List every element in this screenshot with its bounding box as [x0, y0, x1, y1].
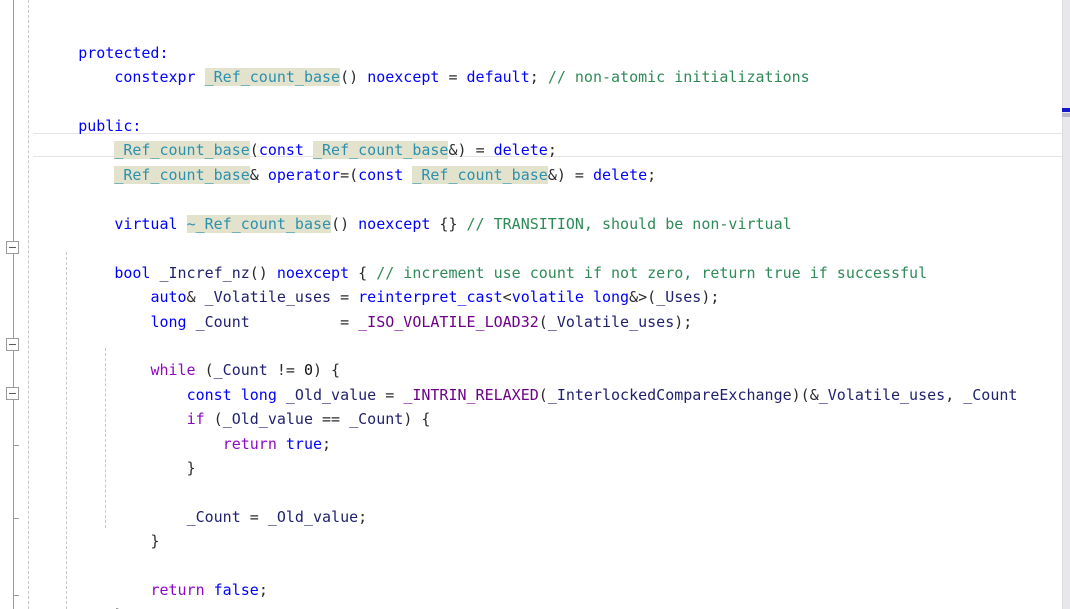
token-keyword-return: return: [222, 434, 286, 453]
code-line[interactable]: _Ref_count_base(const _Ref_count_base&) …: [24, 113, 557, 159]
token-literal-true: true: [285, 434, 323, 453]
code-line[interactable]: public:: [24, 89, 141, 135]
token-brace-close: }: [114, 606, 123, 609]
token-keyword-constexpr: constexpr: [114, 67, 205, 86]
token-paren-close-semi: );: [674, 312, 693, 331]
token-parens: (): [331, 214, 359, 233]
token-semicolon: ;: [647, 165, 657, 184]
token-variable-count: _Count: [349, 409, 404, 428]
token-amp: &: [249, 165, 268, 184]
code-line[interactable]: }: [24, 431, 196, 477]
code-line[interactable]: protected:: [24, 16, 168, 62]
token-type-ref-count-base: _Ref_count_base: [114, 165, 250, 184]
token-paren-close-semi: );: [701, 287, 720, 306]
token-semicolon: ;: [529, 67, 548, 86]
token-braces: {}: [430, 214, 467, 233]
code-line[interactable]: const long _Old_value = _INTRIN_RELAXED(…: [24, 358, 1018, 404]
token-keyword-delete: delete: [592, 165, 648, 184]
code-line[interactable]: if (_Old_value == _Count) {: [24, 382, 431, 428]
code-line[interactable]: while (_Count != 0) {: [24, 333, 340, 379]
token-argument-volatile-uses: _Volatile_uses: [818, 385, 946, 404]
code-line[interactable]: return false;: [24, 553, 267, 599]
token-comment: // TRANSITION, should be non-virtual: [466, 214, 792, 233]
token-equals: =: [574, 165, 593, 184]
token-keyword-default: default: [466, 67, 530, 86]
token-parens: (): [340, 67, 368, 86]
token-variable-count: _Count: [186, 507, 241, 526]
token-paren-open: (: [538, 385, 548, 404]
token-equals: =: [240, 507, 268, 526]
token-keyword-operator: operator: [267, 165, 341, 184]
token-keyword-long: long: [150, 312, 196, 331]
token-semicolon: ;: [322, 434, 332, 453]
code-editor[interactable]: protected: constexpr _Ref_count_base() n…: [0, 0, 1070, 609]
token-type-ref-count-base: _Ref_count_base: [204, 67, 341, 86]
token-assign-op: =: [340, 165, 350, 184]
code-line-current[interactable]: _Ref_count_base& operator=(const _Ref_co…: [24, 138, 656, 184]
token-keyword-noexcept: noexcept: [367, 67, 440, 86]
code-line[interactable]: }: [24, 504, 159, 550]
token-comma: ,: [945, 385, 964, 404]
token-keyword-return: return: [150, 580, 214, 599]
token-variable-old-value: _Old_value: [267, 507, 359, 526]
code-line[interactable]: }: [24, 578, 123, 609]
token-alignment-pad: [250, 313, 340, 331]
code-line[interactable]: virtual ~_Ref_count_base() noexcept {} /…: [24, 187, 792, 233]
token-argument: _Volatile_uses: [547, 312, 675, 331]
token-paren-close-brace: ) {: [403, 409, 431, 428]
token-amp-close: &): [547, 165, 575, 184]
token-comment: // non-atomic initializations: [547, 67, 810, 86]
token-function-interlocked-compare-exchange: _InterlockedCompareExchange: [547, 385, 792, 404]
token-keyword-const: const: [358, 165, 413, 184]
token-keyword-noexcept: noexcept: [358, 214, 431, 233]
token-equals: =: [340, 312, 359, 331]
code-line[interactable]: return true;: [24, 407, 331, 453]
code-line[interactable]: long _Count = _ISO_VOLATILE_LOAD32(_Vola…: [24, 285, 692, 331]
token-semicolon: ;: [358, 507, 368, 526]
token-equals: =: [439, 67, 467, 86]
token-type-ref-count-base-part1: _Ref: [412, 165, 449, 184]
token-semicolon: ;: [258, 580, 268, 599]
code-line[interactable]: auto& _Volatile_uses = reinterpret_cast<…: [24, 260, 719, 306]
token-argument-count: _Count: [963, 385, 1018, 404]
token-paren-open: (: [349, 165, 359, 184]
token-variable-count: _Count: [195, 312, 250, 331]
code-line[interactable]: bool _Incref_nz() noexcept { // incremen…: [24, 236, 927, 282]
code-line[interactable]: _Count = _Old_value;: [24, 480, 368, 526]
token-destructor-name: ~_Ref_count_base: [186, 214, 332, 233]
token-paren-open: (: [538, 312, 548, 331]
token-literal-false: false: [213, 580, 259, 599]
token-brace-close: }: [186, 458, 196, 477]
token-brace-close: }: [150, 531, 160, 550]
token-paren-amp: )(&: [791, 385, 819, 404]
code-line[interactable]: constexpr _Ref_count_base() noexcept = d…: [24, 40, 810, 86]
code-text-area[interactable]: protected: constexpr _Ref_count_base() n…: [0, 0, 1070, 609]
token-type-ref-count-base-part2: _count_base: [448, 165, 548, 184]
token-macro-iso-volatile-load32: _ISO_VOLATILE_LOAD32: [358, 312, 539, 331]
token-keyword-virtual: virtual: [114, 214, 187, 233]
